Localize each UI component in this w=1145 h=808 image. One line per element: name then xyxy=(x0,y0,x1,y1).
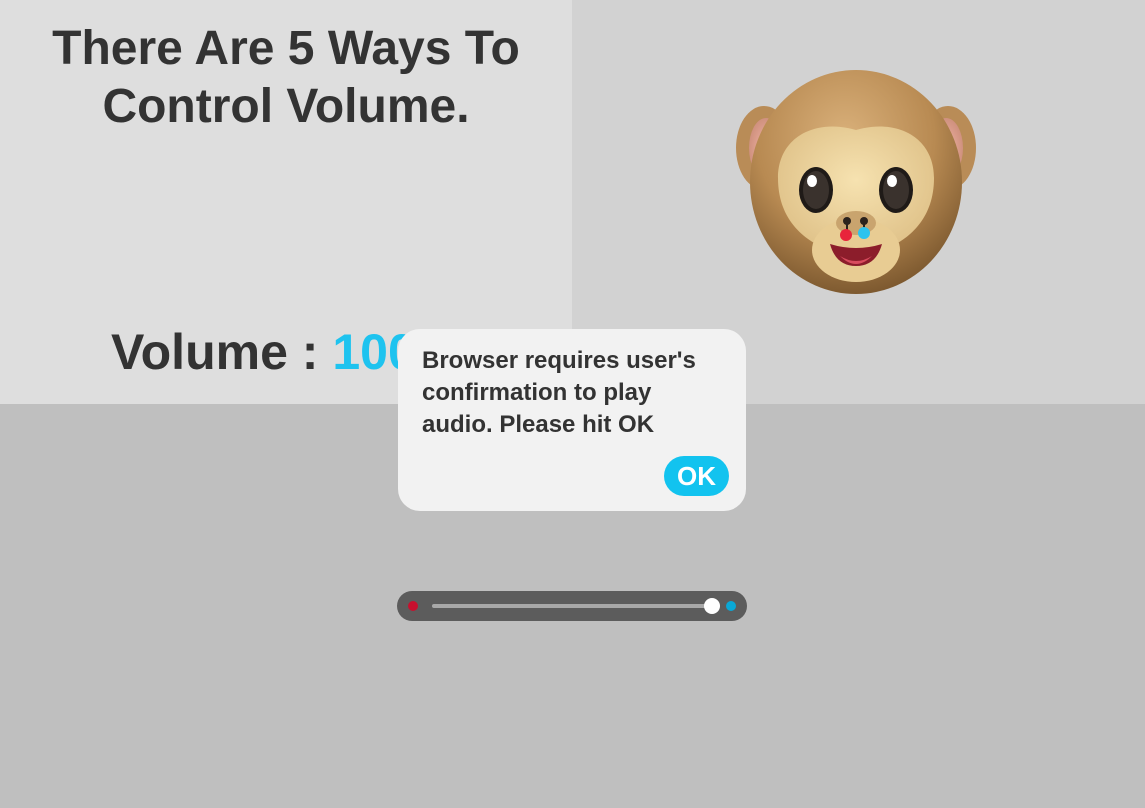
ok-button[interactable]: OK xyxy=(664,456,729,496)
title-line-1: There Are 5 Ways To xyxy=(52,22,520,75)
min-volume-dot xyxy=(408,601,418,611)
volume-slider[interactable] xyxy=(397,591,747,621)
title-line-2: Control Volume. xyxy=(102,80,470,133)
volume-readout: Volume : 100 xyxy=(111,322,416,382)
audio-permission-dialog: Browser requires user's confirmation to … xyxy=(398,329,746,511)
page-title: There Are 5 Ways To Control Volume. xyxy=(0,20,572,136)
slider-thumb[interactable] xyxy=(704,598,720,614)
volume-label: Volume : xyxy=(111,324,333,380)
slider-track[interactable] xyxy=(432,598,720,614)
max-volume-dot xyxy=(726,601,736,611)
dialog-message: Browser requires user's confirmation to … xyxy=(422,347,696,438)
monkey-face-icon xyxy=(736,70,976,294)
